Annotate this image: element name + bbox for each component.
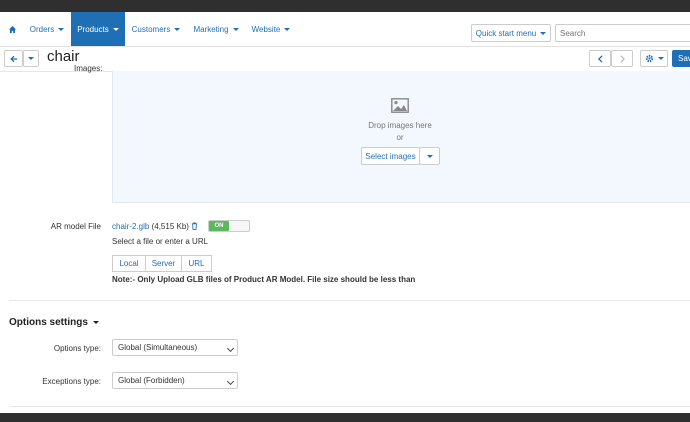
tab-url[interactable]: URL <box>181 255 212 272</box>
nav-item-orders[interactable]: Orders <box>24 12 70 46</box>
settings-dropdown-button[interactable] <box>640 50 668 67</box>
drop-or-text: or <box>396 133 404 142</box>
chevron-down-icon <box>28 57 34 60</box>
chevron-down-icon <box>92 320 99 324</box>
home-icon[interactable] <box>0 12 24 46</box>
ar-model-toggle[interactable]: ON <box>208 220 250 232</box>
tab-server[interactable]: Server <box>145 255 182 272</box>
quick-start-menu-button[interactable]: Quick start menu <box>471 24 551 42</box>
ar-model-file-link[interactable]: chair-2.glb <box>112 222 149 231</box>
divider <box>9 406 690 407</box>
title-bar <box>0 47 690 72</box>
chevron-down-icon <box>426 154 433 158</box>
nav-item-label: Orders <box>29 24 55 34</box>
toggle-on-label: ON <box>209 221 229 231</box>
chevron-down-icon <box>657 57 664 60</box>
section-title: Options settings <box>9 317 88 328</box>
nav-item-website[interactable]: Website <box>246 12 296 46</box>
ar-model-file-size: (4,515 Kb) <box>151 222 189 231</box>
search-input[interactable] <box>555 24 690 42</box>
nav-item-products[interactable]: Products <box>71 12 125 46</box>
prev-product-button[interactable] <box>589 50 611 67</box>
nav-item-marketing[interactable]: Marketing <box>187 12 245 46</box>
window-top-bar <box>0 0 690 12</box>
images-label: Images: <box>74 64 103 73</box>
ar-model-label: AR model File <box>50 222 101 231</box>
drop-images-text: Drop images here <box>368 121 432 130</box>
ar-model-hint: Select a file or enter a URL <box>112 237 209 246</box>
back-history-dropdown[interactable] <box>23 50 39 67</box>
exceptions-type-select[interactable]: Global (Forbidden) <box>112 372 238 389</box>
nav-item-label: Customers <box>131 24 171 34</box>
save-button[interactable]: Sav <box>672 50 690 67</box>
chevron-down-icon <box>226 344 235 353</box>
next-product-button[interactable] <box>611 50 633 67</box>
ar-model-note: Note:- Only Upload GLB files of Product … <box>112 275 416 284</box>
chevron-down-icon <box>112 27 119 31</box>
tab-local[interactable]: Local <box>112 255 146 272</box>
chevron-down-icon <box>58 27 65 31</box>
chevron-down-icon <box>226 377 235 386</box>
divider <box>9 300 690 301</box>
chevron-right-icon <box>619 54 625 63</box>
nav-item-label: Marketing <box>193 24 229 34</box>
options-type-label: Options type: <box>53 344 101 353</box>
chevron-left-icon <box>597 54 603 63</box>
options-settings-toggle[interactable]: Options settings <box>9 317 99 328</box>
chevron-down-icon <box>174 27 181 31</box>
options-type-select[interactable]: Global (Simultaneous) <box>112 339 238 356</box>
nav-item-label: Website <box>251 24 281 34</box>
trash-icon[interactable] <box>191 222 198 230</box>
select-images-button[interactable]: Select images <box>361 147 420 165</box>
arrow-left-icon <box>9 55 17 62</box>
back-button[interactable] <box>4 50 23 67</box>
quick-start-label: Quick start menu <box>475 28 537 38</box>
chevron-down-icon <box>540 31 547 35</box>
image-icon <box>391 98 409 113</box>
window-bottom-bar <box>0 413 690 422</box>
page-title: chair <box>47 48 80 65</box>
gear-icon <box>645 54 653 63</box>
chevron-down-icon <box>232 27 239 31</box>
nav-item-label: Products <box>77 24 109 34</box>
select-images-dropdown[interactable] <box>419 147 440 165</box>
exceptions-type-label: Exceptions type: <box>42 377 101 386</box>
nav-item-customers[interactable]: Customers <box>126 12 186 46</box>
exceptions-type-value: Global (Forbidden) <box>118 376 185 385</box>
ar-model-file: chair-2.glb (4,515 Kb) <box>112 222 198 231</box>
chevron-down-icon <box>284 27 291 31</box>
options-type-value: Global (Simultaneous) <box>118 343 198 352</box>
